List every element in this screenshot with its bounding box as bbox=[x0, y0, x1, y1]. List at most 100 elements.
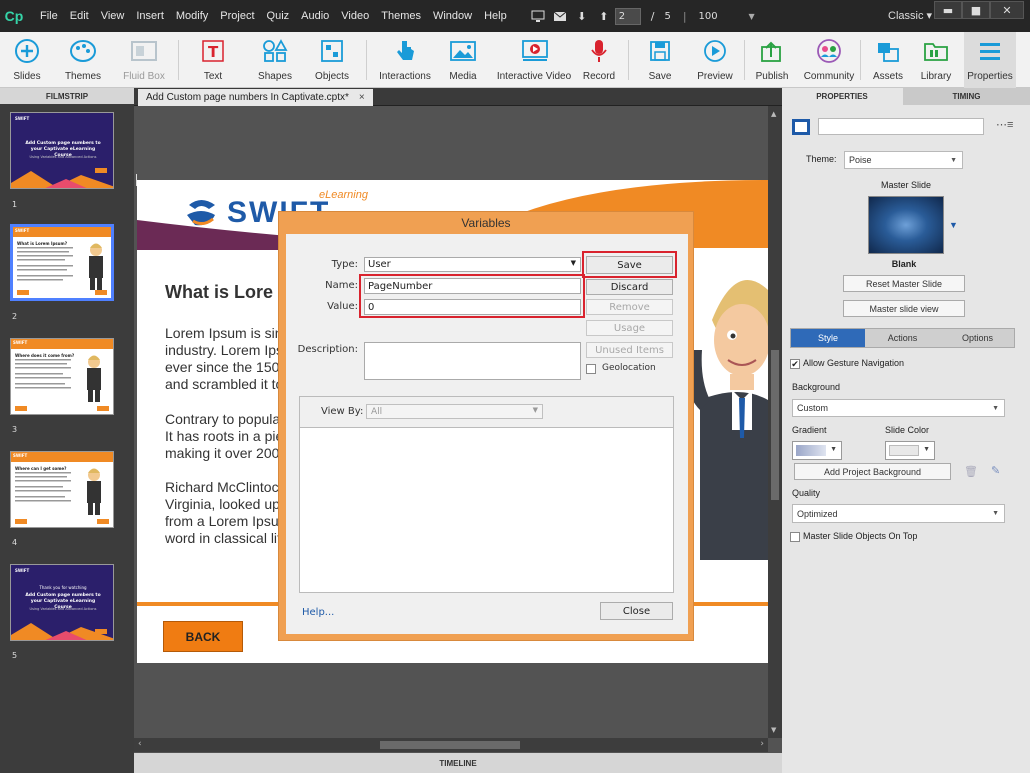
close-tab-icon[interactable]: × bbox=[359, 92, 365, 103]
panel-menu-icon[interactable]: ⋯≡ bbox=[996, 118, 1013, 131]
themes-button[interactable]: Themes bbox=[56, 32, 110, 88]
quality-dropdown[interactable]: Optimized ▼ bbox=[792, 504, 1005, 523]
swift-logo-mark-icon bbox=[187, 200, 215, 226]
slide-color-picker[interactable]: ▼ bbox=[885, 441, 935, 460]
menu-window[interactable]: Window bbox=[427, 10, 478, 22]
options-tab[interactable]: Options bbox=[940, 329, 1015, 347]
menu-themes[interactable]: Themes bbox=[375, 10, 427, 22]
properties-button[interactable]: Properties bbox=[964, 32, 1016, 88]
dialog-title: Variables bbox=[461, 216, 511, 230]
unused-items-button[interactable]: Unused Items bbox=[586, 342, 673, 358]
style-tab[interactable]: Style bbox=[791, 329, 865, 347]
stage-vertical-scrollbar[interactable]: ▲ ▼ bbox=[768, 106, 782, 738]
library-folder-icon bbox=[922, 38, 950, 64]
add-slide-icon bbox=[13, 38, 41, 64]
document-tab[interactable]: Add Custom page numbers In Captivate.cpt… bbox=[138, 89, 373, 106]
close-window-icon[interactable]: ✕ bbox=[990, 1, 1024, 19]
zoom-dropdown-icon[interactable]: ▼ bbox=[749, 12, 755, 21]
menu-insert[interactable]: Insert bbox=[130, 10, 170, 22]
stage-horizontal-scrollbar[interactable]: ‹ › bbox=[134, 738, 768, 752]
allow-gesture-checkbox[interactable]: ✔ bbox=[790, 359, 800, 369]
interactive-video-button[interactable]: Interactive Video bbox=[496, 32, 572, 88]
add-project-background-button[interactable]: Add Project Background bbox=[794, 463, 951, 480]
preview-button[interactable]: Preview bbox=[692, 32, 738, 88]
svg-text:T: T bbox=[208, 43, 219, 61]
objects-button[interactable]: Objects bbox=[306, 32, 358, 88]
timing-tab[interactable]: TIMING bbox=[903, 88, 1030, 105]
fluid-box-button[interactable]: Fluid Box bbox=[116, 32, 172, 88]
community-button[interactable]: Community bbox=[802, 32, 856, 88]
minimize-icon[interactable]: ▬ bbox=[934, 1, 962, 19]
master-on-top-checkbox[interactable] bbox=[790, 532, 800, 542]
actions-tab[interactable]: Actions bbox=[865, 329, 940, 347]
close-dialog-button[interactable]: Close bbox=[600, 602, 673, 620]
trash-icon[interactable]: 🗑 bbox=[964, 465, 978, 478]
master-slide-view-button[interactable]: Master slide view bbox=[843, 300, 965, 317]
previous-slide-arrow-icon[interactable]: ⬆ bbox=[595, 9, 613, 23]
theme-dropdown[interactable]: Poise ▼ bbox=[844, 151, 963, 169]
slides-button[interactable]: Slides bbox=[4, 32, 50, 88]
menu-help[interactable]: Help bbox=[478, 10, 513, 22]
master-slide-dropdown-icon[interactable]: ▼ bbox=[949, 220, 958, 230]
help-link[interactable]: Help... bbox=[302, 607, 334, 618]
reset-master-slide-button[interactable]: Reset Master Slide bbox=[843, 275, 965, 292]
menu-modify[interactable]: Modify bbox=[170, 10, 214, 22]
publish-button[interactable]: Publish bbox=[750, 32, 794, 88]
edit-pencil-icon[interactable]: ✎ bbox=[991, 464, 1000, 477]
slide-thumbnail-1[interactable]: SWIFT Add Custom page numbers to your Ca… bbox=[10, 112, 114, 189]
text-button[interactable]: T Text bbox=[188, 32, 238, 88]
maximize-icon[interactable]: ■ bbox=[962, 1, 990, 19]
menu-view[interactable]: View bbox=[95, 10, 131, 22]
usage-button[interactable]: Usage bbox=[586, 320, 673, 336]
discard-button[interactable]: Discard bbox=[586, 279, 673, 295]
assets-button[interactable]: Assets bbox=[866, 32, 910, 88]
timeline-bar[interactable]: TIMELINE bbox=[134, 753, 782, 773]
menu-file[interactable]: File bbox=[34, 10, 64, 22]
view-by-dropdown[interactable]: All ▼ bbox=[366, 404, 543, 419]
back-button[interactable]: BACK bbox=[163, 621, 243, 652]
current-page-input[interactable]: 2 bbox=[614, 7, 641, 25]
preview-screen-icon[interactable] bbox=[529, 9, 547, 23]
slide-number-3: 3 bbox=[12, 425, 18, 434]
master-on-top-label: Master Slide Objects On Top bbox=[803, 531, 918, 541]
next-slide-arrow-icon[interactable]: ⬇ bbox=[573, 9, 591, 23]
properties-tab[interactable]: PROPERTIES bbox=[782, 88, 902, 105]
app-logo: Cp bbox=[4, 8, 24, 24]
library-button[interactable]: Library bbox=[914, 32, 958, 88]
stage-cursor-mark bbox=[136, 174, 139, 186]
interactions-button[interactable]: Interactions bbox=[374, 32, 436, 88]
shapes-button[interactable]: Shapes bbox=[248, 32, 302, 88]
email-icon[interactable] bbox=[551, 9, 569, 23]
menu-project[interactable]: Project bbox=[214, 10, 260, 22]
palette-icon bbox=[69, 38, 97, 64]
slide-thumbnail-4[interactable]: SWIFT Where can I get some? bbox=[10, 451, 114, 528]
menu-video[interactable]: Video bbox=[335, 10, 375, 22]
media-image-icon bbox=[449, 38, 477, 64]
workspace-switcher[interactable]: Classic ▾ bbox=[888, 9, 932, 22]
record-button[interactable]: Record bbox=[578, 32, 620, 88]
remove-button[interactable]: Remove bbox=[586, 299, 673, 315]
zoom-value[interactable]: 100 bbox=[699, 11, 749, 22]
type-dropdown[interactable]: User ▼ bbox=[364, 257, 581, 272]
slide-name-input[interactable] bbox=[818, 118, 984, 135]
menu-edit[interactable]: Edit bbox=[64, 10, 95, 22]
chevron-down-icon: ▼ bbox=[950, 156, 957, 164]
menu-audio[interactable]: Audio bbox=[295, 10, 335, 22]
document-tab-bar: Add Custom page numbers In Captivate.cpt… bbox=[134, 88, 782, 106]
description-textarea[interactable] bbox=[364, 342, 581, 380]
menu-bar: File Edit View Insert Modify Project Qui… bbox=[34, 10, 513, 22]
media-button[interactable]: Media bbox=[440, 32, 486, 88]
slide-thumbnail-3[interactable]: SWIFT Where does it come from? bbox=[10, 338, 114, 415]
save-toolbar-button[interactable]: Save bbox=[638, 32, 682, 88]
gradient-picker[interactable]: ▼ bbox=[792, 441, 842, 460]
page-total: 5 bbox=[664, 10, 671, 22]
slide-thumbnail-2[interactable]: SWIFT What is Lorem Ipsum? bbox=[10, 224, 114, 301]
variables-list[interactable] bbox=[300, 427, 673, 592]
chevron-down-icon: ▼ bbox=[532, 406, 538, 414]
slide-thumbnail-5[interactable]: SWIFT Thank you for watching Add Custom … bbox=[10, 564, 114, 641]
background-dropdown[interactable]: Custom ▼ bbox=[792, 399, 1005, 417]
title-bar: Cp File Edit View Insert Modify Project … bbox=[0, 0, 1030, 32]
menu-quiz[interactable]: Quiz bbox=[261, 10, 296, 22]
master-slide-preview[interactable] bbox=[868, 196, 944, 254]
geolocation-checkbox[interactable] bbox=[586, 364, 596, 374]
